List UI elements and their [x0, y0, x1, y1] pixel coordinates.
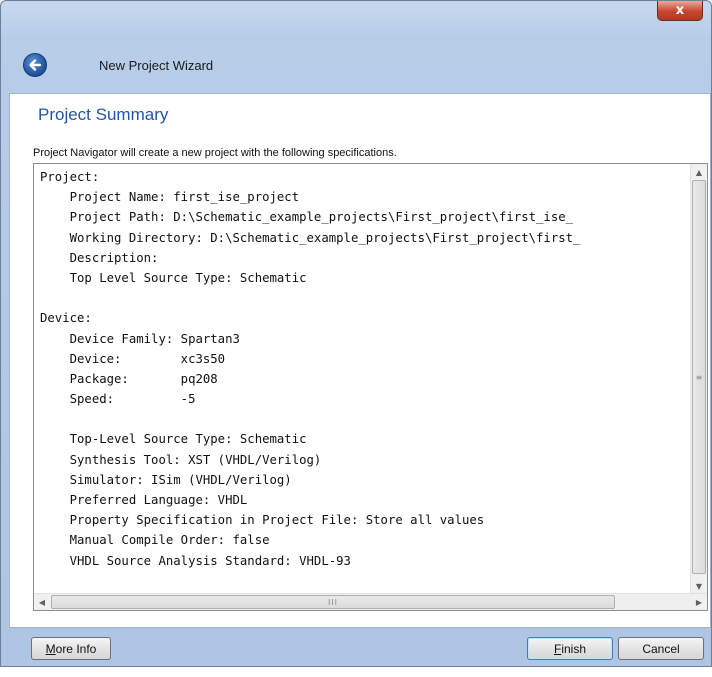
- back-arrow-icon: [29, 59, 42, 71]
- summary-line: Top-Level Source Type: Schematic: [40, 432, 307, 447]
- close-button[interactable]: x: [657, 1, 703, 21]
- more-info-label: ore Info: [55, 641, 97, 656]
- summary-line: Device:: [40, 311, 92, 326]
- summary-line: Top Level Source Type: Schematic: [40, 270, 307, 285]
- scroll-left-icon[interactable]: ◀: [34, 594, 50, 610]
- page-title: Project Summary: [38, 105, 169, 124]
- summary-line: Simulator: ISim (VHDL/Verilog): [40, 472, 292, 487]
- vertical-scrollbar[interactable]: ▲ ≡ ▼: [690, 164, 707, 594]
- back-button[interactable]: [23, 53, 47, 77]
- horizontal-scrollbar[interactable]: ◀ III ▶: [34, 593, 707, 610]
- summary-line: Property Specification in Project File: …: [40, 513, 485, 528]
- window-title: New Project Wizard: [99, 58, 214, 73]
- summary-line: [40, 571, 690, 587]
- page-subtitle: Project Navigator will create a new proj…: [33, 147, 397, 159]
- summary-line: [40, 288, 690, 308]
- summary-line: VHDL Source Analysis Standard: VHDL-93: [40, 553, 351, 568]
- summary-line: Device Family: Spartan3: [40, 331, 240, 346]
- summary-line: Preferred Language: VHDL: [40, 493, 248, 507]
- close-icon: x: [675, 3, 685, 18]
- summary-line: Speed: -5: [40, 392, 196, 407]
- more-info-mnemonic: M: [45, 641, 56, 656]
- summary-line: Project Path: D:\Schematic_example_proje…: [40, 210, 574, 225]
- finish-mnemonic: F: [553, 641, 562, 656]
- summary-line: Package: pq208: [40, 371, 218, 386]
- summary-line: Project:: [40, 170, 100, 184]
- cancel-label: Cancel: [642, 641, 680, 656]
- horizontal-scroll-thumb[interactable]: III: [51, 595, 615, 609]
- summary-line: [40, 409, 690, 429]
- scroll-down-icon[interactable]: ▼: [691, 578, 707, 594]
- vertical-scroll-thumb[interactable]: ≡: [692, 180, 706, 574]
- scroll-grip: III: [327, 597, 339, 607]
- scroll-right-icon[interactable]: ▶: [691, 594, 707, 610]
- scroll-up-icon[interactable]: ▲: [691, 164, 707, 180]
- finish-label: inish: [561, 641, 587, 656]
- summary-line: Project Name: first_ise_project: [40, 190, 300, 205]
- finish-button[interactable]: Finish: [527, 637, 613, 660]
- summary-line: Manual Compile Order: false: [40, 533, 270, 548]
- summary-textbox[interactable]: Project: Project Name: first_ise_project…: [33, 163, 708, 611]
- summary-text: Project: Project Name: first_ise_project…: [40, 167, 690, 587]
- more-info-button[interactable]: More Info: [31, 637, 111, 660]
- cancel-button[interactable]: Cancel: [618, 637, 704, 660]
- summary-line: Device: xc3s50: [40, 351, 226, 366]
- title-area: New Project Wizard: [1, 39, 712, 89]
- button-bar: More Info Finish Cancel: [0, 628, 712, 667]
- summary-line: Working Directory: D:\Schematic_example_…: [40, 230, 581, 245]
- summary-line: Description:: [40, 250, 159, 265]
- summary-line: Synthesis Tool: XST (VHDL/Verilog): [40, 452, 322, 467]
